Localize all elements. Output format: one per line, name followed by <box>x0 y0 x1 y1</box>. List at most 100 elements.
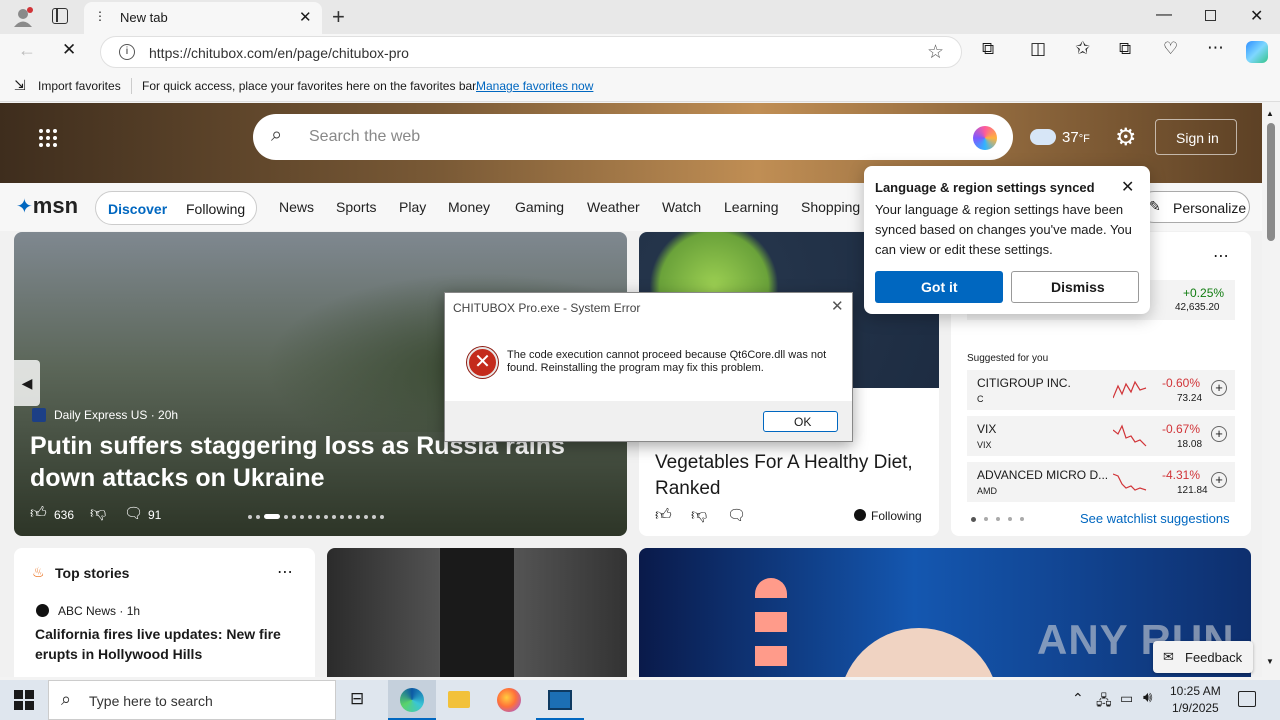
nav-learning[interactable]: Learning <box>724 199 779 215</box>
dislike-icon[interactable]: 👎︎ <box>90 504 106 523</box>
got-it-button[interactable]: Got it <box>875 271 1003 303</box>
weather-temperature[interactable]: 37°F <box>1062 129 1090 146</box>
carousel-dots[interactable] <box>248 514 398 520</box>
add-stock-icon[interactable]: + <box>1211 426 1227 442</box>
dialog-close-icon[interactable]: ✕ <box>831 297 844 315</box>
comment-icon[interactable]: 🗨︎ <box>124 504 143 522</box>
page-scrollbar[interactable]: ▲ ▼ <box>1262 103 1280 677</box>
watchlist-dots[interactable] <box>971 517 1024 522</box>
hero-source[interactable]: Daily Express US · 20h <box>54 408 178 422</box>
like-count: 636 <box>54 508 75 522</box>
scroll-down-arrow[interactable]: ▼ <box>1266 657 1274 666</box>
tab-discover[interactable]: Discover <box>108 201 167 217</box>
close-window-icon[interactable]: ✕ <box>1250 6 1263 26</box>
nav-gaming[interactable]: Gaming <box>515 199 564 215</box>
notifications-icon[interactable] <box>1238 691 1256 707</box>
comment-icon[interactable]: 🗨︎ <box>727 506 746 524</box>
computer-tower-card[interactable] <box>327 548 627 677</box>
ok-button[interactable]: OK <box>763 411 838 432</box>
clock-date[interactable]: 1/9/2025 <box>1172 701 1219 715</box>
url-text[interactable]: https://chitubox.com/en/page/chitubox-pr… <box>149 45 409 61</box>
manage-favorites-link[interactable]: Manage favorites now <box>476 79 593 93</box>
like-icon[interactable]: 👍︎ <box>30 504 47 523</box>
network-icon[interactable]: 🖧 <box>1096 690 1112 714</box>
like-icon[interactable]: 👍︎ <box>655 506 672 525</box>
nav-money[interactable]: Money <box>448 199 490 215</box>
more-options-icon[interactable]: ⋯ <box>1207 38 1224 58</box>
profile-icon[interactable] <box>12 6 34 28</box>
edge-taskbar-icon[interactable] <box>388 680 436 720</box>
copilot-search-icon[interactable] <box>973 126 997 150</box>
tab-following[interactable]: Following <box>186 201 245 217</box>
stock-row[interactable]: VIX VIX -0.67% 18.08 + <box>967 416 1235 456</box>
nav-news[interactable]: News <box>279 199 314 215</box>
taskbar-search-box[interactable]: ⌕ Type here to search <box>48 680 336 720</box>
nav-shopping[interactable]: Shopping <box>801 199 860 215</box>
show-hidden-icons[interactable]: ⌃ <box>1072 690 1084 707</box>
nav-play[interactable]: Play <box>399 199 426 215</box>
clock-time[interactable]: 10:25 AM <box>1170 684 1221 698</box>
top-story-headline[interactable]: California fires live updates: New fire … <box>35 624 295 664</box>
apps-launcher-icon[interactable] <box>38 128 58 148</box>
add-stock-icon[interactable]: + <box>1211 472 1227 488</box>
display-icon[interactable]: ▭ <box>1120 690 1133 707</box>
top-stories-title[interactable]: Top stories <box>55 565 129 581</box>
restore-icon[interactable] <box>1205 10 1216 21</box>
favorites-icon[interactable]: ✩ <box>1075 38 1090 59</box>
volume-icon[interactable]: 🔊︎ <box>1143 689 1152 706</box>
watchlist-more-icon[interactable]: ⋯ <box>1213 246 1229 266</box>
address-bar[interactable]: i https://chitubox.com/en/page/chitubox-… <box>100 36 962 68</box>
popup-close-icon[interactable]: ✕ <box>1121 177 1134 197</box>
tab-new-tab[interactable]: ⋮ New tab ✕ <box>84 2 322 34</box>
add-stock-icon[interactable]: + <box>1211 380 1227 396</box>
start-windows-icon[interactable] <box>14 690 34 710</box>
tab-actions-icon[interactable] <box>52 8 68 24</box>
msn-logo[interactable]: ✦msn <box>16 193 78 219</box>
story-source[interactable]: ABC News · 1h <box>58 604 140 618</box>
split-screen-icon[interactable]: ◫ <box>1030 39 1046 59</box>
web-search-box[interactable]: ⌕ Search the web <box>253 114 1013 160</box>
suggested-label: Suggested for you <box>967 353 1049 364</box>
task-view-icon[interactable]: ⊟ <box>350 689 364 709</box>
collections-icon[interactable]: ⧉ <box>1119 39 1131 59</box>
extensions-icon[interactable]: ⧉ <box>982 39 994 59</box>
personalize-button[interactable]: ✎ Personalize <box>1138 191 1250 223</box>
browser-essentials-icon[interactable]: ♡ <box>1163 39 1178 59</box>
stock-row[interactable]: ADVANCED MICRO D... AMD -4.31% 121.84 + <box>967 462 1235 502</box>
nav-weather[interactable]: Weather <box>587 199 640 215</box>
food-headline[interactable]: Vegetables For A Healthy Diet, Ranked <box>655 450 925 502</box>
file-explorer-icon[interactable] <box>448 691 470 708</box>
firefox-icon[interactable] <box>497 688 521 712</box>
popup-body: Your language & region settings have bee… <box>875 202 1132 257</box>
scroll-up-arrow[interactable]: ▲ <box>1266 109 1274 118</box>
new-tab-icon[interactable]: + <box>332 4 345 30</box>
top-stories-more-icon[interactable]: ⋯ <box>277 562 293 582</box>
stock-price: 121.84 <box>1177 485 1208 496</box>
stock-change: -4.31% <box>1162 468 1201 482</box>
nav-sports[interactable]: Sports <box>336 199 376 215</box>
tab-title: New tab <box>120 10 168 25</box>
copilot-icon[interactable] <box>1246 41 1268 63</box>
see-watchlist-link[interactable]: See watchlist suggestions <box>1080 511 1230 526</box>
following-label[interactable]: Following <box>871 509 922 523</box>
stock-row[interactable]: CITIGROUP INC. C -0.60% 73.24 + <box>967 370 1235 410</box>
sign-in-button[interactable]: Sign in <box>1155 119 1237 155</box>
import-favorites-icon[interactable]: ⇲ <box>14 77 26 94</box>
weather-icon[interactable] <box>1030 129 1056 145</box>
settings-gear-icon[interactable]: ⚙ <box>1115 123 1137 152</box>
favorite-star-icon[interactable]: ☆ <box>927 41 944 64</box>
dislike-icon[interactable]: 👎︎ <box>691 506 707 525</box>
stop-loading-icon[interactable]: ✕ <box>62 40 76 60</box>
chitubox-taskbar-icon[interactable] <box>536 680 584 720</box>
carousel-prev-button[interactable]: ◀ <box>14 360 40 406</box>
back-icon[interactable]: ← <box>18 40 36 61</box>
tab-close-icon[interactable]: ✕ <box>299 8 312 26</box>
site-info-icon[interactable]: i <box>119 44 135 60</box>
nav-watch[interactable]: Watch <box>662 199 701 215</box>
index-change: +0.25% <box>1183 286 1225 300</box>
import-favorites-link[interactable]: Import favorites <box>38 79 121 93</box>
scrollbar-thumb[interactable] <box>1267 123 1275 241</box>
feedback-button[interactable]: ✉ Feedback <box>1153 641 1253 673</box>
dismiss-button[interactable]: Dismiss <box>1011 271 1139 303</box>
minimize-icon[interactable]: — <box>1156 6 1172 24</box>
